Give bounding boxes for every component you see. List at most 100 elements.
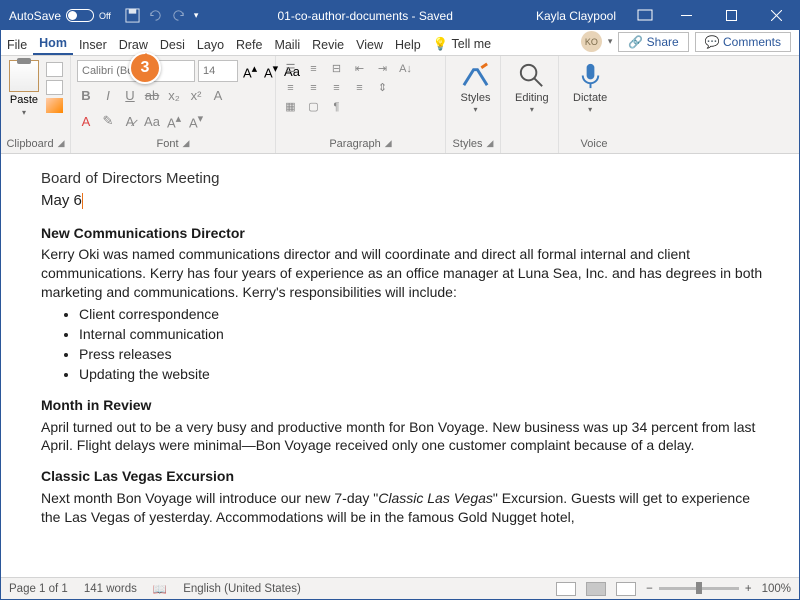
window-controls <box>664 1 799 30</box>
zoom-out-icon[interactable]: − <box>646 583 653 595</box>
font-size-select[interactable] <box>198 60 238 82</box>
paragraph-month: April turned out to be a very busy and p… <box>41 418 763 456</box>
paragraph-group-label: Paragraph <box>329 138 380 150</box>
bullets-icon[interactable]: ☰ <box>282 61 299 76</box>
autosave-toggle[interactable]: AutoSave Off <box>1 9 119 23</box>
comments-button[interactable]: 💬 Comments <box>695 32 791 52</box>
chevron-down-icon: ▾ <box>473 105 477 114</box>
tab-references[interactable]: Refe <box>230 34 268 55</box>
shading-icon[interactable]: ▦ <box>282 99 299 114</box>
justify-icon[interactable]: ≡ <box>351 80 368 95</box>
zoom-slider[interactable]: − + <box>646 583 751 595</box>
chevron-down-icon: ▾ <box>588 105 592 114</box>
dialog-launcher-icon[interactable]: ◢ <box>183 138 190 150</box>
close-button[interactable] <box>754 1 799 30</box>
highlight-button[interactable]: ✎ <box>99 113 117 129</box>
user-name[interactable]: Kayla Claypool <box>526 9 626 23</box>
list-item: Internal communication <box>79 325 763 344</box>
bold-button[interactable]: B <box>77 88 95 103</box>
enclose-icon[interactable]: A▴ <box>165 112 183 130</box>
slider-track[interactable] <box>659 587 739 590</box>
titlebar: AutoSave Off ▾ 01-co-author-documents - … <box>1 1 799 30</box>
maximize-button[interactable] <box>709 1 754 30</box>
list-item: Press releases <box>79 345 763 364</box>
dictate-button[interactable]: Dictate ▾ <box>563 58 617 116</box>
zoom-level[interactable]: 100% <box>762 583 791 595</box>
undo-icon[interactable] <box>148 8 163 23</box>
avatar[interactable]: KO <box>581 31 602 52</box>
language-indicator[interactable]: English (United States) <box>183 583 301 595</box>
spellcheck-icon[interactable]: 📖 <box>153 582 167 596</box>
read-mode-button[interactable] <box>556 582 576 596</box>
tab-layout[interactable]: Layo <box>191 34 230 55</box>
show-marks-icon[interactable]: ¶ <box>328 99 345 114</box>
phonetic-icon[interactable]: A▾ <box>187 112 205 130</box>
qat-more-icon[interactable]: ▾ <box>194 10 199 21</box>
save-icon[interactable] <box>125 8 140 23</box>
font-color-button[interactable]: A <box>77 114 95 129</box>
presence-dropdown-icon[interactable]: ▾ <box>608 36 613 47</box>
tab-design[interactable]: Desi <box>154 34 191 55</box>
word-count[interactable]: 141 words <box>84 583 137 595</box>
minimize-button[interactable] <box>664 1 709 30</box>
styles-icon <box>460 60 491 91</box>
tab-file[interactable]: File <box>1 34 33 55</box>
grow-font-icon[interactable]: A▴ <box>241 62 259 80</box>
toggle-off-icon <box>66 9 94 22</box>
list-item: Updating the website <box>79 365 763 384</box>
italic-button[interactable]: I <box>99 88 117 103</box>
align-center-icon[interactable]: ≡ <box>305 80 322 95</box>
web-layout-button[interactable] <box>616 582 636 596</box>
superscript-button[interactable]: x² <box>187 88 205 103</box>
tab-review[interactable]: Revie <box>306 34 350 55</box>
comments-label: Comments <box>723 35 781 49</box>
align-left-icon[interactable]: ≡ <box>282 80 299 95</box>
underline-button[interactable]: U <box>121 88 139 103</box>
subscript-button[interactable]: x₂ <box>165 88 183 103</box>
numbering-icon[interactable]: ≡ <box>305 61 322 76</box>
tab-insert[interactable]: Inser <box>73 34 113 55</box>
borders-icon[interactable]: ▢ <box>305 99 322 114</box>
styles-button[interactable]: Styles ▾ <box>450 58 501 116</box>
strike-button[interactable]: ab <box>143 88 161 103</box>
page-indicator[interactable]: Page 1 of 1 <box>9 583 68 595</box>
text-effects-icon[interactable]: A <box>209 88 227 103</box>
list-item: Client correspondence <box>79 305 763 324</box>
tab-mailings[interactable]: Maili <box>268 34 306 55</box>
cut-icon[interactable] <box>46 62 63 77</box>
align-right-icon[interactable]: ≡ <box>328 80 345 95</box>
tab-home[interactable]: Hom <box>33 32 73 55</box>
sort-icon[interactable]: A↓ <box>397 61 414 76</box>
print-layout-button[interactable] <box>586 582 606 596</box>
decrease-indent-icon[interactable]: ⇤ <box>351 61 368 76</box>
tab-view[interactable]: View <box>350 34 389 55</box>
status-bar: Page 1 of 1 141 words 📖 English (United … <box>1 577 799 599</box>
document-area[interactable]: Board of Directors Meeting May 6 New Com… <box>1 157 799 577</box>
format-painter-icon[interactable] <box>46 98 63 113</box>
clear-format-icon[interactable]: A̷ <box>121 114 139 129</box>
tell-me[interactable]: 💡 Tell me <box>427 33 497 55</box>
char-border-icon[interactable]: Aa <box>143 114 161 129</box>
increase-indent-icon[interactable]: ⇥ <box>374 61 391 76</box>
paste-label: Paste <box>10 94 38 106</box>
ribbon-display-icon[interactable] <box>636 7 654 25</box>
dialog-launcher-icon[interactable]: ◢ <box>58 138 65 150</box>
chevron-down-icon: ▾ <box>22 108 26 117</box>
italic-text: Classic Las Vegas <box>378 490 493 506</box>
zoom-in-icon[interactable]: + <box>745 583 752 595</box>
autosave-label: AutoSave <box>9 9 61 23</box>
slider-thumb[interactable] <box>696 582 702 594</box>
editing-button[interactable]: Editing ▾ <box>505 58 559 116</box>
share-label: Share <box>647 35 679 49</box>
tab-help[interactable]: Help <box>389 34 427 55</box>
copy-icon[interactable] <box>46 80 63 95</box>
dialog-launcher-icon[interactable]: ◢ <box>487 138 494 150</box>
line-spacing-icon[interactable]: ⇕ <box>374 80 391 95</box>
dialog-launcher-icon[interactable]: ◢ <box>385 138 392 150</box>
microphone-icon <box>575 60 606 91</box>
styles-label: Styles <box>461 92 491 104</box>
paste-button[interactable]: Paste ▾ <box>5 58 43 119</box>
share-button[interactable]: 🔗 Share <box>618 32 688 52</box>
multilevel-icon[interactable]: ⊟ <box>328 61 345 76</box>
redo-icon[interactable] <box>171 8 186 23</box>
